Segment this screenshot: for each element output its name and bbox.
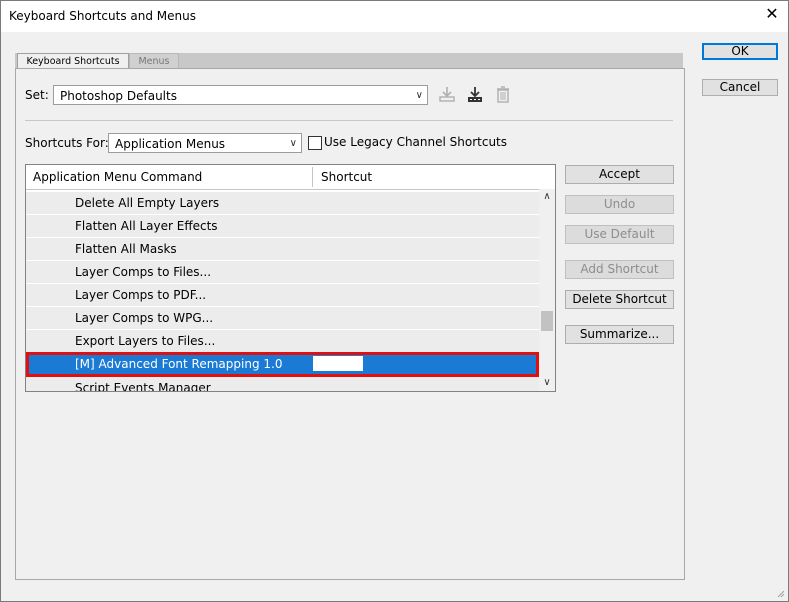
close-icon[interactable]: ✕ (764, 6, 780, 22)
table-row-selected[interactable]: [M] Advanced Font Remapping 1.0 (26, 352, 539, 377)
tab-menus[interactable]: Menus (129, 53, 179, 69)
row-command: Layer Comps to PDF... (75, 288, 207, 302)
header-command[interactable]: Application Menu Command (26, 165, 202, 189)
chevron-down-icon: ∨ (415, 90, 423, 101)
table-row[interactable]: Flatten All Layer Effects (26, 215, 539, 238)
title-bar: Keyboard Shortcuts and Menus ✕ (1, 1, 788, 32)
resize-grip-icon[interactable] (775, 588, 785, 598)
shortcuts-for-select[interactable]: Application Menus ∨ (108, 133, 302, 153)
shortcut-input[interactable] (313, 356, 363, 371)
row-command: Layer Comps to Files... (75, 265, 212, 279)
table-row[interactable]: Layer Comps to Files... (26, 261, 539, 284)
table-row[interactable]: Layer Comps to WPG... (26, 307, 539, 330)
summarize-button[interactable]: Summarize... (565, 325, 674, 344)
chevron-down-icon: ∨ (289, 138, 297, 149)
row-command: Export Layers to Files... (75, 334, 216, 348)
shortcut-table: Application Menu Command Shortcut Delete… (25, 164, 556, 392)
set-label: Set: (25, 88, 49, 102)
accept-button[interactable]: Accept (565, 165, 674, 184)
table-header: Application Menu Command Shortcut (26, 165, 555, 190)
row-command: Delete All Empty Layers (75, 196, 220, 210)
delete-set-icon[interactable] (494, 85, 512, 103)
legacy-channel-label: Use Legacy Channel Shortcuts (324, 135, 508, 149)
header-shortcut[interactable]: Shortcut (314, 165, 372, 189)
row-command: [M] Advanced Font Remapping 1.0 (75, 357, 283, 371)
add-shortcut-button[interactable]: Add Shortcut (565, 260, 674, 279)
table-row[interactable]: Script Events Manager (26, 377, 539, 392)
legacy-channel-checkbox[interactable] (308, 136, 322, 150)
scroll-thumb[interactable] (541, 311, 553, 331)
scroll-down-icon[interactable]: ∨ (539, 375, 555, 391)
table-row[interactable]: Export Layers to Files... (26, 330, 539, 353)
use-default-button[interactable]: Use Default (565, 225, 674, 244)
separator (25, 120, 673, 121)
window-title: Keyboard Shortcuts and Menus (9, 9, 196, 23)
table-row[interactable]: Layer Comps to PDF... (26, 284, 539, 307)
set-select-value: Photoshop Defaults (60, 89, 177, 103)
vertical-scrollbar[interactable]: ∧ ∨ (539, 189, 555, 391)
shortcuts-for-label: Shortcuts For: (25, 136, 109, 150)
ok-button[interactable]: OK (702, 43, 778, 60)
cancel-button[interactable]: Cancel (702, 79, 778, 96)
table-row[interactable]: Flatten All Masks (26, 238, 539, 261)
undo-button[interactable]: Undo (565, 195, 674, 214)
tab-keyboard-shortcuts[interactable]: Keyboard Shortcuts (17, 53, 129, 69)
shortcuts-for-value: Application Menus (115, 137, 226, 151)
set-select[interactable]: Photoshop Defaults ∨ (53, 85, 428, 105)
new-set-icon[interactable] (466, 85, 484, 103)
save-set-icon[interactable] (438, 85, 456, 103)
table-row[interactable]: Delete All Empty Layers (26, 192, 539, 215)
dialog-window: Keyboard Shortcuts and Menus ✕ Keyboard … (0, 0, 789, 602)
header-divider[interactable] (312, 167, 313, 187)
row-command: Flatten All Layer Effects (75, 219, 218, 233)
row-command: Layer Comps to WPG... (75, 311, 214, 325)
delete-shortcut-button[interactable]: Delete Shortcut (565, 290, 674, 309)
row-command: Flatten All Masks (75, 242, 177, 256)
row-command: Script Events Manager (75, 381, 211, 392)
scroll-up-icon[interactable]: ∧ (539, 189, 555, 205)
